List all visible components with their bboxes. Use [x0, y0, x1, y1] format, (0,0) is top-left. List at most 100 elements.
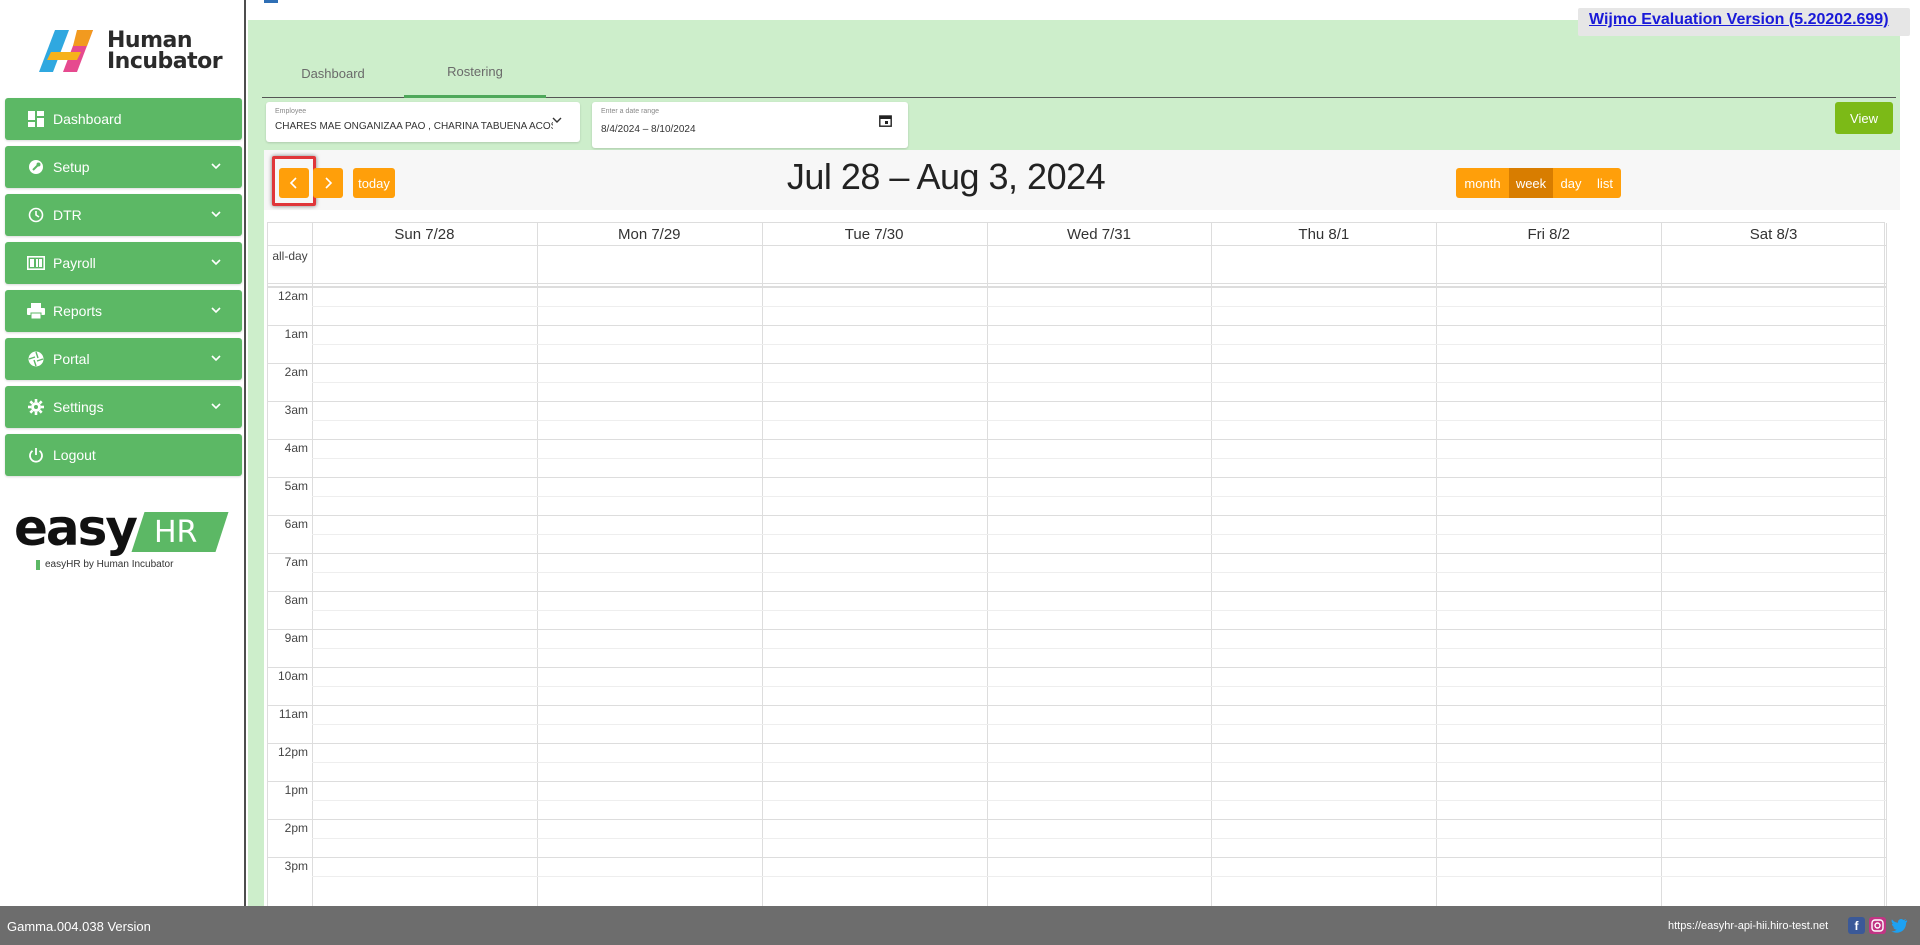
easyhr-logo: easy HR easyHR by Human Incubator: [14, 499, 229, 575]
grid-line: [268, 283, 1886, 284]
grid-line: [268, 857, 1886, 858]
date-range-input[interactable]: Enter a date range 8/4/2024 – 8/10/2024: [592, 102, 908, 148]
sidebar-item-dashboard[interactable]: Dashboard: [5, 98, 242, 140]
chevron-down-icon: [211, 307, 221, 314]
grid-line: [312, 838, 1886, 839]
sidebar-item-label: DTR: [53, 207, 82, 223]
grid-line: [312, 610, 1886, 611]
view-switcher: month week day list: [1456, 168, 1621, 198]
grid-line: [312, 686, 1886, 687]
view-button[interactable]: View: [1835, 102, 1893, 134]
employee-select[interactable]: Employee CHARES MAE ONGANIZAA PAO , CHAR…: [266, 102, 580, 142]
calendar-title: Jul 28 – Aug 3, 2024: [786, 156, 1106, 197]
grid-line: [312, 800, 1886, 801]
logo-line-1: Human: [107, 28, 193, 53]
day-header: Tue 7/30: [844, 225, 904, 243]
grid-line: [312, 724, 1886, 725]
time-label: 5am: [284, 479, 308, 493]
gear-icon: [27, 398, 45, 416]
view-week-button[interactable]: week: [1509, 168, 1553, 198]
grid-line: [312, 648, 1886, 649]
aperture-icon: [27, 350, 45, 368]
time-label: 4am: [284, 441, 308, 455]
sidebar-nav: Dashboard Setup DTR Payroll Reports Port…: [5, 98, 242, 482]
grid-line: [312, 382, 1886, 383]
instagram-icon[interactable]: [1869, 917, 1886, 934]
time-label: 12pm: [277, 745, 308, 759]
tab-rostering[interactable]: Rostering: [404, 48, 546, 98]
chevron-down-icon: [211, 163, 221, 170]
sidebar-item-payroll[interactable]: Payroll: [5, 242, 242, 284]
time-label: 3am: [284, 403, 308, 417]
sidebar-item-portal[interactable]: Portal: [5, 338, 242, 380]
grid-line: [268, 477, 1886, 478]
date-range-value: 8/4/2024 – 8/10/2024: [601, 124, 696, 135]
tab-dashboard[interactable]: Dashboard: [262, 48, 404, 98]
footer: Gamma.004.038 Version https://easyhr-api…: [0, 906, 1920, 945]
easyhr-tagline: easyHR by Human Incubator: [45, 559, 174, 570]
sidebar-item-dtr[interactable]: DTR: [5, 194, 242, 236]
chevron-down-icon: [211, 259, 221, 266]
time-label: 7am: [284, 555, 308, 569]
grid-line: [268, 325, 1886, 326]
logo-mark-icon: [39, 30, 93, 72]
dashboard-icon: [27, 110, 45, 128]
grid-line: [268, 781, 1886, 782]
payroll-icon: [27, 254, 45, 272]
time-label: 12am: [277, 289, 308, 303]
chevron-down-icon: [211, 211, 221, 218]
time-label: 1pm: [284, 783, 308, 797]
day-header: Wed 7/31: [1067, 225, 1131, 243]
facebook-icon[interactable]: f: [1848, 917, 1865, 934]
sidebar-item-setup[interactable]: Setup: [5, 146, 242, 188]
sidebar-item-label: Dashboard: [53, 111, 122, 127]
sidebar-item-logout[interactable]: Logout: [5, 434, 242, 476]
time-label: 9am: [284, 631, 308, 645]
grid-line: [268, 819, 1886, 820]
calendar: today Jul 28 – Aug 3, 2024 month week da…: [264, 150, 1900, 907]
twitter-icon[interactable]: [1891, 917, 1908, 934]
time-label: 2am: [284, 365, 308, 379]
grid-line: [312, 876, 1886, 877]
sidebar-item-label: Portal: [53, 351, 90, 367]
grid-line: [268, 629, 1886, 630]
calendar-toolbar: today Jul 28 – Aug 3, 2024 month week da…: [264, 150, 1900, 210]
time-label: 1am: [284, 327, 308, 341]
day-header: Sat 8/3: [1749, 225, 1798, 243]
sidebar-item-label: Setup: [53, 159, 90, 175]
clock-icon: [27, 206, 45, 224]
app-root: Human Incubator Dashboard Setup DTR Payr…: [0, 0, 1920, 945]
date-range-label: Enter a date range: [601, 108, 659, 115]
grid-line: [312, 420, 1886, 421]
grid-line: [268, 401, 1886, 402]
sidebar-item-label: Payroll: [53, 255, 96, 271]
view-month-button[interactable]: month: [1456, 168, 1509, 198]
version-text: Gamma.004.038 Version: [7, 919, 151, 934]
chevron-down-icon: [211, 355, 221, 362]
time-label: 3pm: [284, 859, 308, 873]
footer-url[interactable]: https://easyhr-api-hii.hiro-test.net: [1668, 920, 1828, 932]
tab-bar: Dashboard Rostering: [262, 48, 1896, 98]
logo-text: Human Incubator: [107, 28, 223, 73]
grid-line: [312, 496, 1886, 497]
time-label: 8am: [284, 593, 308, 607]
human-incubator-logo[interactable]: Human Incubator: [33, 24, 223, 80]
time-label: 11am: [278, 707, 308, 721]
employee-label: Employee: [275, 108, 307, 115]
top-mark: [264, 0, 278, 3]
grid-line: [268, 591, 1886, 592]
grid-line: [312, 344, 1886, 345]
view-list-button[interactable]: list: [1589, 168, 1621, 198]
grid-line: [268, 743, 1886, 744]
wijmo-evaluation-link[interactable]: Wijmo Evaluation Version (5.20202.699): [1589, 11, 1889, 29]
grid-line: [268, 515, 1886, 516]
time-label: 6am: [284, 517, 308, 531]
time-label: 2pm: [284, 821, 308, 835]
sidebar-item-settings[interactable]: Settings: [5, 386, 242, 428]
view-day-button[interactable]: day: [1553, 168, 1589, 198]
grid-line: [268, 363, 1886, 364]
calendar-icon[interactable]: [879, 114, 892, 127]
sidebar-item-reports[interactable]: Reports: [5, 290, 242, 332]
employee-value: CHARES MAE ONGANIZAA PAO , CHARINA TABUE…: [275, 121, 553, 132]
easyhr-word: easy: [14, 499, 138, 557]
